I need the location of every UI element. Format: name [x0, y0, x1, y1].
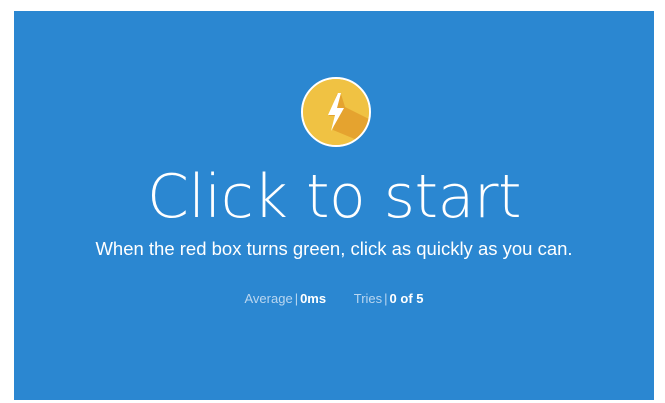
lightning-bolt-icon-graphic: [303, 79, 369, 145]
stat-tries: Tries | 0 of 5: [354, 290, 424, 308]
stats-bar: Average | 0ms Tries | 0 of 5: [14, 290, 654, 308]
reaction-test-panel[interactable]: Click to start When the red box turns gr…: [14, 11, 654, 400]
stat-average: Average | 0ms: [245, 290, 327, 308]
stat-average-label: Average: [244, 291, 293, 306]
instruction-text: When the red box turns green, click as q…: [95, 238, 573, 259]
stat-tries-value: 0 of 5: [389, 291, 424, 306]
lightning-bolt-icon: [301, 77, 371, 147]
stat-separator: |: [384, 291, 388, 306]
stat-separator: |: [294, 291, 299, 306]
stat-tries-label: Tries: [353, 291, 383, 306]
headline: Click to start: [146, 162, 522, 232]
stat-average-value: 0ms: [300, 291, 327, 306]
